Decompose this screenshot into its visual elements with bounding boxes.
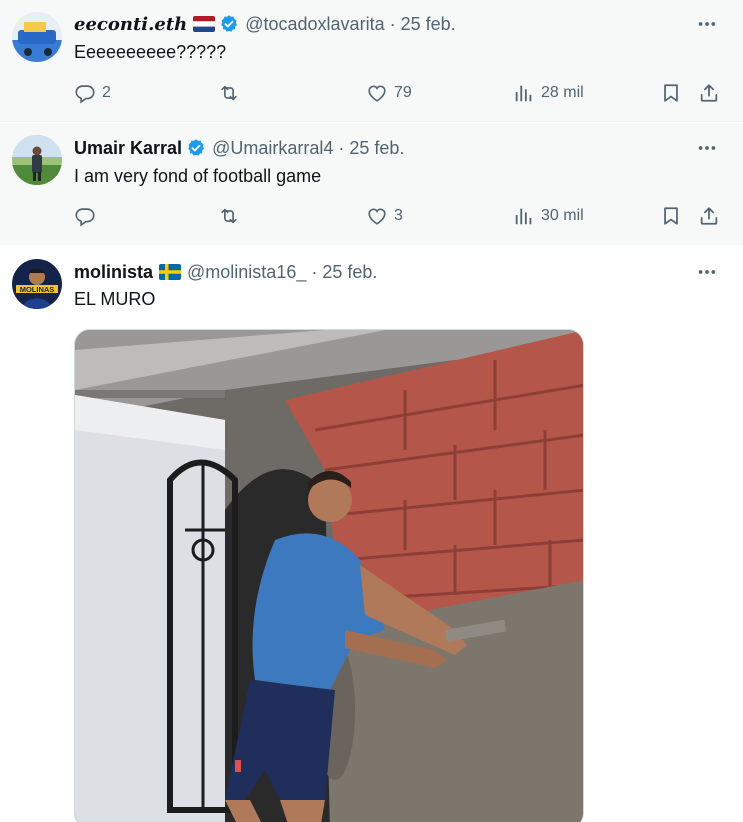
retweet-button[interactable] [218, 198, 246, 234]
reply-button[interactable]: 2 [74, 75, 111, 111]
reply-icon [74, 205, 96, 227]
tweet-text: EL MURO [74, 289, 156, 309]
tweet-actions: 2 79 28 mil [60, 75, 730, 111]
tweet-date[interactable]: 25 feb. [322, 262, 377, 283]
netherlands-flag-icon [193, 16, 216, 32]
bookmark-icon [660, 82, 682, 104]
reply-count: 2 [102, 84, 111, 101]
separator: · [389, 13, 396, 34]
views-button[interactable]: 28 mil [513, 75, 584, 111]
verified-badge-icon[interactable] [186, 138, 206, 158]
like-count: 79 [394, 84, 412, 101]
separator: · [311, 261, 318, 282]
like-icon [366, 205, 388, 227]
share-button[interactable] [698, 75, 720, 111]
like-count: 3 [394, 207, 403, 224]
like-icon [366, 82, 388, 104]
retweet-icon [218, 82, 240, 104]
reply-icon [74, 82, 96, 104]
share-icon [698, 82, 720, 104]
bookmark-button[interactable] [660, 75, 682, 111]
retweet-icon [218, 205, 240, 227]
tweet-actions: 3 30 mil [60, 198, 730, 234]
reply-button[interactable] [74, 198, 102, 234]
bookmark-icon [660, 205, 682, 227]
tweet-media-image[interactable] [74, 329, 584, 822]
bookmark-button[interactable] [660, 198, 682, 234]
like-button[interactable]: 3 [366, 198, 403, 234]
tweet-text: Eeeeeeeeee????? [74, 42, 227, 62]
view-count: 28 mil [541, 84, 584, 101]
avatar[interactable] [12, 12, 62, 62]
display-name[interactable]: molinista [74, 262, 153, 283]
tweet-header: molinista @molinista16_ · 25 feb. [74, 260, 683, 284]
share-icon [698, 205, 720, 227]
avatar-text: MOLINAS [20, 285, 55, 294]
avatar[interactable] [12, 135, 62, 185]
tweet-card[interactable]: MOLINAS molinista @molinista16_ · 25 feb… [0, 246, 743, 822]
share-button[interactable] [698, 198, 720, 234]
tweet-header: Umair Karral @Umairkarral4 · 25 feb. [74, 136, 683, 160]
display-name[interactable]: eeconti.eth [74, 14, 187, 35]
user-handle[interactable]: @molinista16_ [187, 262, 306, 283]
views-icon [513, 82, 535, 104]
more-options-button[interactable] [695, 262, 719, 282]
user-handle[interactable]: @Umairkarral4 [212, 138, 333, 159]
retweet-button[interactable] [218, 75, 246, 111]
views-icon [513, 205, 535, 227]
like-button[interactable]: 79 [366, 75, 412, 111]
verified-badge-icon[interactable] [219, 14, 239, 34]
sweden-flag-icon [159, 264, 182, 280]
tweet-card[interactable]: Umair Karral @Umairkarral4 · 25 feb. I a… [0, 123, 743, 245]
tweet-date[interactable]: 25 feb. [401, 14, 456, 35]
view-count: 30 mil [541, 207, 584, 224]
views-button[interactable]: 30 mil [513, 198, 584, 234]
more-options-button[interactable] [695, 138, 719, 158]
separator: · [338, 137, 345, 158]
tweet-card[interactable]: eeconti.eth @tocadoxlavarita · 25 feb. E… [0, 0, 743, 122]
more-options-button[interactable] [695, 14, 719, 34]
photo-man-plastering-wall [75, 330, 583, 822]
user-handle[interactable]: @tocadoxlavarita [245, 14, 384, 35]
tweet-header: eeconti.eth @tocadoxlavarita · 25 feb. [74, 12, 683, 36]
tweet-date[interactable]: 25 feb. [349, 138, 404, 159]
tweet-text: I am very fond of football game [74, 166, 322, 186]
display-name[interactable]: Umair Karral [74, 138, 182, 159]
avatar[interactable]: MOLINAS [12, 259, 62, 309]
